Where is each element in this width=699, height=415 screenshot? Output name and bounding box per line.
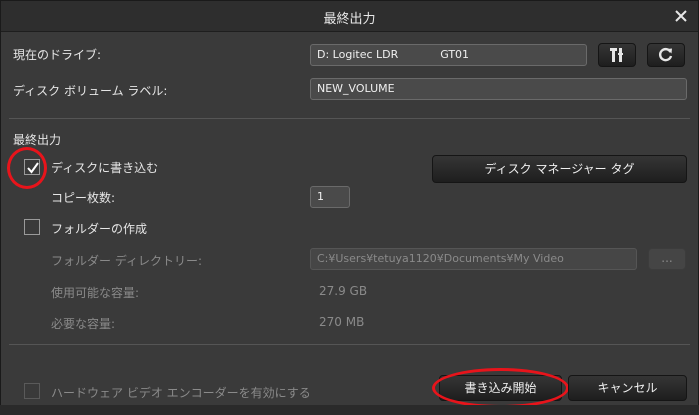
cancel-button[interactable]: キャンセル	[568, 375, 687, 401]
create-folder-checkbox[interactable]	[24, 219, 40, 235]
browse-folder-button[interactable]: ...	[648, 248, 686, 270]
hardware-encoder-label: ハードウェア ビデオ エンコーダーを有効にする	[51, 386, 311, 400]
available-space-value: 27.9 GB	[319, 284, 368, 298]
background-strip	[0, 405, 699, 415]
burn-to-disc-label: ディスクに書き込む	[51, 161, 159, 175]
volume-label-label: ディスク ボリューム ラベル:	[13, 84, 168, 98]
close-icon	[675, 10, 687, 22]
close-button[interactable]	[670, 5, 692, 27]
drive-settings-button[interactable]	[598, 43, 636, 67]
available-space-label: 使用可能な容量:	[51, 286, 140, 300]
final-output-dialog: 最終出力 現在のドライブ: D: Logitec LDR GT01 ディスク ボ…	[0, 0, 699, 415]
volume-label-input[interactable]: NEW_VOLUME	[310, 78, 687, 100]
final-output-section-title: 最終出力	[13, 133, 62, 147]
folder-directory-label: フォルダー ディレクトリー:	[51, 254, 203, 268]
refresh-drive-button[interactable]	[647, 43, 685, 67]
current-drive-field[interactable]: D: Logitec LDR GT01	[310, 44, 587, 66]
copies-input[interactable]: 1	[310, 186, 350, 208]
current-drive-label: 現在のドライブ:	[13, 48, 102, 62]
folder-directory-input[interactable]: C:¥Users¥tetuya1120¥Documents¥My Video	[310, 248, 637, 270]
start-writing-button[interactable]: 書き込み開始	[439, 375, 562, 401]
create-folder-label: フォルダーの作成	[51, 222, 148, 236]
tools-icon	[610, 48, 623, 62]
title-bar: 最終出力	[1, 1, 698, 32]
copies-label: コピー枚数:	[51, 191, 116, 205]
checkmark-icon	[27, 162, 39, 174]
dialog-title: 最終出力	[323, 12, 376, 27]
refresh-icon	[659, 47, 673, 62]
footer-divider	[9, 344, 690, 345]
divider	[9, 118, 690, 119]
burn-to-disc-checkbox[interactable]	[24, 159, 40, 175]
hardware-encoder-checkbox[interactable]	[24, 383, 40, 399]
required-space-label: 必要な容量:	[51, 317, 116, 331]
required-space-value: 270 MB	[319, 315, 365, 329]
disc-manager-tag-button[interactable]: ディスク マネージャー タグ	[432, 155, 687, 183]
